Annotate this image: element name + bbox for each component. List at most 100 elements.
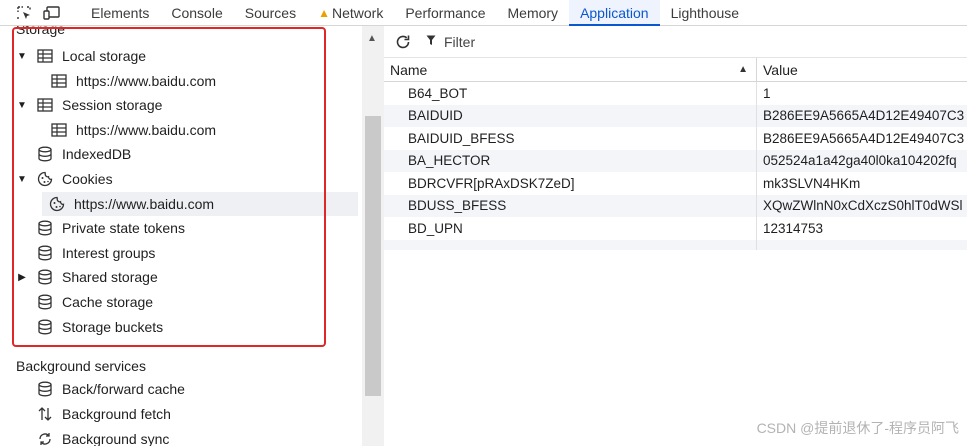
warning-icon: ▲ [318,5,330,20]
sidebar-item-local-storage-origin[interactable]: https://www.baidu.com [50,69,216,93]
cell-name: BAIDUID [384,104,757,127]
table-header: Name ▲ Value [384,58,967,82]
table-body: B64_BOT 1 BAIDUID B286EE9A5665A4D12E49407C… [384,82,967,250]
scroll-up-arrow-icon[interactable]: ▲ [367,33,377,44]
cell-name: BA_HECTOR [384,149,757,172]
expanded-arrow-icon[interactable]: ▼ [16,100,28,111]
filter-input[interactable]: Filter [426,34,475,50]
database-icon [36,244,54,262]
sidebar-item-background-fetch[interactable]: Background fetch [36,402,171,426]
expanded-arrow-icon[interactable]: ▼ [16,51,28,62]
sidebar-item-label: https://www.baidu.com [74,196,215,212]
devtools-tabbar: Elements Console Sources ▲ Network Perfor… [0,0,967,26]
sidebar-item-indexeddb[interactable]: IndexedDB [36,142,131,166]
tab-label: Network [331,4,384,21]
table-icon [36,96,54,114]
inspect-element-icon[interactable] [14,0,34,26]
table-row[interactable]: BAIDUID_BFESS B286EE9A5665A4D12E49407C3 [384,127,967,150]
sidebar-item-label: https://www.baidu.com [76,73,217,89]
database-icon [36,219,54,237]
expanded-arrow-icon[interactable]: ▼ [16,174,28,185]
cell-value: 052524a1a42ga40l0ka104202fq [763,153,957,169]
cell-name: BAIDUID_BFESS [384,127,757,150]
sidebar-item-label: Session storage [62,97,163,113]
table-icon [50,72,68,90]
tab-label: Lighthouse [670,4,740,21]
filter-icon [426,35,436,49]
tab-sources[interactable]: Sources [234,0,307,25]
sidebar-item-label: Cookies [62,171,113,187]
cookies-table: Name ▲ Value B64_BOT 1 BAIDUID B286EE9A566… [384,58,967,250]
cell-name: BD_UPN [384,217,757,240]
sync-circle-icon [36,430,54,446]
collapsed-arrow-icon[interactable]: ▶ [16,272,28,283]
scrollbar-thumb[interactable] [365,116,381,396]
sidebar-item-label: Storage buckets [62,319,164,335]
background-services-title: Background services [16,358,146,374]
tab-elements[interactable]: Elements [80,0,160,25]
sidebar-item-label: Background sync [62,431,170,446]
column-header-value[interactable]: Value [757,58,967,81]
database-icon [36,380,54,398]
sidebar-item-back-forward-cache[interactable]: Back/forward cache [36,377,185,401]
tab-label: Application [580,4,649,21]
sidebar-item-interest-groups[interactable]: Interest groups [36,241,155,265]
panel-tabs: Elements Console Sources ▲ Network Perfor… [80,0,751,26]
tab-console[interactable]: Console [160,0,233,25]
column-header-name[interactable]: Name ▲ [384,58,757,81]
table-row[interactable]: BD_UPN 12314753 [384,217,967,240]
sidebar-item-label: Cache storage [62,294,154,310]
table-row[interactable]: B64_BOT 1 [384,82,967,105]
sidebar-item-storage-buckets[interactable]: Storage buckets [36,315,163,339]
cell-value: 12314753 [763,220,824,236]
table-row-partial[interactable] [384,239,967,250]
cookie-icon [48,195,66,213]
tab-performance[interactable]: Performance [394,0,496,25]
tab-memory[interactable]: Memory [497,0,570,25]
sidebar-item-session-storage-origin[interactable]: https://www.baidu.com [50,118,216,142]
tab-application[interactable]: Application [569,0,660,26]
table-row[interactable]: BDRCVFR[pRAxDSK7ZeD] mk3SLVN4HKm [384,172,967,195]
sidebar-scrollbar[interactable]: ▲ [362,26,384,446]
sort-ascending-icon: ▲ [738,64,748,75]
device-toolbar-icon[interactable] [42,0,62,26]
sidebar-item-cache-storage[interactable]: Cache storage [36,290,153,314]
cell-value: XQwZWlnN0xCdXczS0hlT0dWSl [763,198,963,214]
sidebar-item-session-storage[interactable]: ▼ Session storage [16,93,162,117]
sidebar-item-label: Shared storage [62,269,158,285]
table-row[interactable]: BA_HECTOR 052524a1a42ga40l0ka104202fq [384,149,967,172]
tab-network[interactable]: ▲ Network [307,0,394,25]
table-icon [36,47,54,65]
storage-section-title: Storage [16,26,66,37]
sidebar-item-label: Interest groups [62,245,156,261]
cell-name [384,239,757,250]
tab-label: Elements [91,4,150,21]
cell-value: mk3SLVN4HKm [763,175,861,191]
table-row[interactable]: BAIDUID B286EE9A5665A4D12E49407C3 [384,104,967,127]
table-row[interactable]: BDUSS_BFESS XQwZWlnN0xCdXczS0hlT0dWSl [384,194,967,217]
column-header-label: Name [390,61,428,78]
sidebar-item-shared-storage[interactable]: ▶ Shared storage [16,265,158,289]
refresh-icon[interactable] [394,33,412,51]
sidebar-item-cookies-origin[interactable]: https://www.baidu.com [42,192,358,216]
watermark-text: CSDN @提前退休了-程序员阿飞 [756,420,959,436]
cookies-panel: Filter Name ▲ Value B64_BOT 1 BAIDUID B286… [384,26,967,446]
cell-value: B286EE9A5665A4D12E49407C3 [763,130,965,146]
tabbar-tools [0,0,80,25]
sidebar-item-local-storage[interactable]: ▼ Local storage [16,44,146,68]
cell-name: B64_BOT [384,82,757,105]
sidebar-item-cookies[interactable]: ▼ Cookies [16,167,113,191]
cell-value: 1 [763,85,771,101]
tab-label: Memory [507,4,559,21]
sidebar-item-private-state-tokens[interactable]: Private state tokens [36,216,185,240]
sidebar-item-background-sync[interactable]: Background sync [36,427,169,446]
sync-arrows-icon [36,405,54,423]
sidebar-item-label: Local storage [62,48,147,64]
tab-label: Sources [244,4,297,21]
tab-label: Performance [405,4,486,21]
filter-placeholder: Filter [444,33,476,50]
sidebar-item-label: https://www.baidu.com [76,122,217,138]
tab-lighthouse[interactable]: Lighthouse [660,0,751,25]
sidebar-item-label: Private state tokens [62,220,185,236]
cell-name: BDRCVFR[pRAxDSK7ZeD] [384,172,757,195]
